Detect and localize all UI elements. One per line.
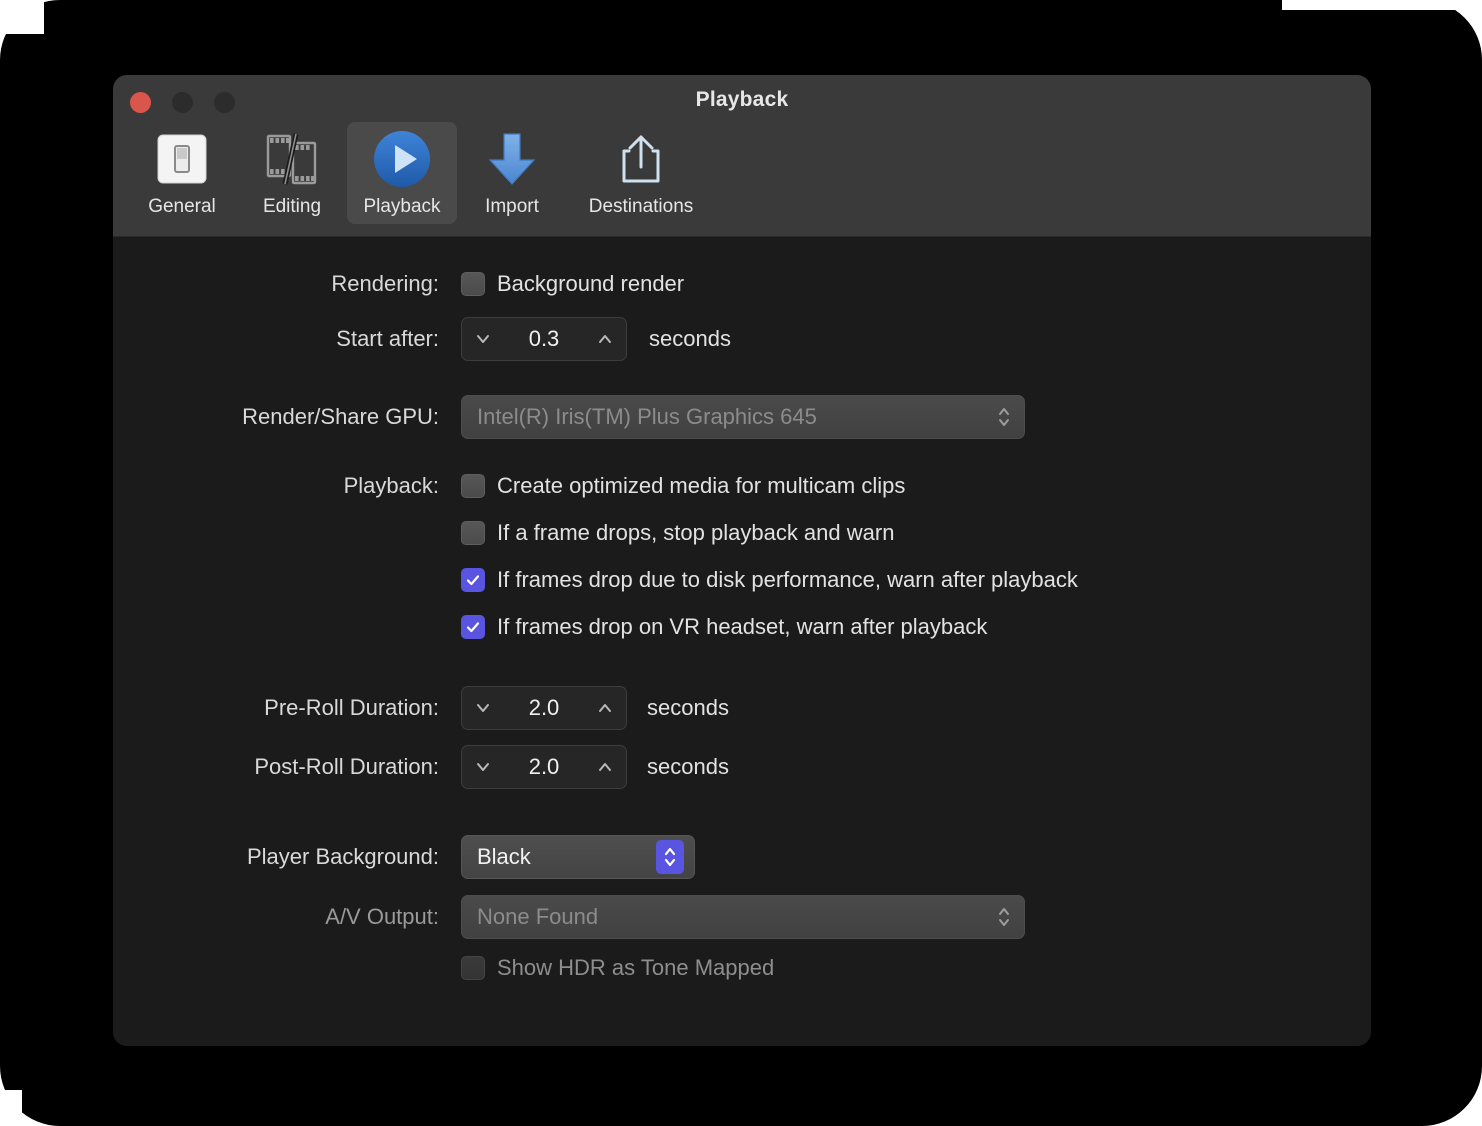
toolbar-item-label: General [148,196,216,217]
player-background-control: Black [461,835,695,879]
toolbar-item-label: Import [485,196,539,217]
post-roll-row: Post-Roll Duration: 2.0 seconds [113,745,1371,789]
pre-roll-stepper[interactable]: 2.0 [461,686,627,730]
toolbar-item-playback[interactable]: Playback [347,122,457,224]
down-arrow-icon [482,128,542,190]
toolbar-item-label: Editing [262,196,322,217]
switch-icon [155,128,209,190]
share-icon [612,128,670,190]
playback-option-3[interactable]: If frames drop due to disk performance, … [461,567,1078,593]
pre-roll-row: Pre-Roll Duration: 2.0 seconds [113,686,1371,730]
background-render-checkbox-group[interactable]: Background render [461,271,684,297]
playback-option-2[interactable]: If a frame drops, stop playback and warn [461,520,894,546]
frame-drop-stop-checkbox[interactable] [461,521,485,545]
player-background-row: Player Background: Black [113,835,1371,879]
background-render-checkbox[interactable] [461,272,485,296]
player-background-value: Black [477,844,531,869]
playback-preferences-window: Playback General Editing Playback Import… [113,75,1371,1046]
post-roll-label: Post-Roll Duration: [254,754,439,779]
preferences-content: Rendering: Background render Start after… [113,237,1371,1046]
gpu-popup-menu[interactable]: Intel(R) Iris(TM) Plus Graphics 645 [461,395,1025,439]
start-after-control: 0.3 seconds [461,317,731,361]
playback-label: Playback: [343,473,439,498]
toolbar-item-label: Destinations [588,196,694,217]
av-output-control: None Found [461,895,1025,939]
screen-corner-top-left [0,0,44,34]
av-output-row: A/V Output: None Found [113,895,1371,939]
toolbar-item-label: Playback [363,196,441,217]
pre-roll-label: Pre-Roll Duration: [264,695,439,720]
toolbar-item-editing[interactable]: Editing [237,122,347,224]
start-after-value: 0.3 [528,326,560,351]
player-background-popup-menu[interactable]: Black [461,835,695,879]
chevron-updown-icon[interactable] [656,840,684,874]
start-after-label: Start after: [336,326,439,351]
disk-performance-warn-label: If frames drop due to disk performance, … [497,567,1078,592]
rendering-label: Rendering: [331,271,439,296]
screen-corner-bottom-left [0,1090,22,1126]
checkmark-icon [466,622,480,633]
playback-row-2: If a frame drops, stop playback and warn [113,520,1371,546]
optimized-media-checkbox[interactable] [461,474,485,498]
play-circle-icon [371,128,433,190]
chevron-down-icon[interactable] [474,330,492,348]
gpu-label: Render/Share GPU: [242,404,439,429]
playback-row-4: If frames drop on VR headset, warn after… [113,614,1371,640]
start-after-unit: seconds [649,326,731,351]
gpu-value: Intel(R) Iris(TM) Plus Graphics 645 [477,404,817,429]
gpu-row: Render/Share GPU: Intel(R) Iris(TM) Plus… [113,395,1371,439]
toolbar-item-import[interactable]: Import [457,122,567,224]
pre-roll-unit: seconds [647,695,729,720]
playback-row-1: Playback: Create optimized media for mul… [113,473,1371,499]
show-hdr-tone-mapped-checkbox[interactable] [461,956,485,980]
chevron-up-icon[interactable] [596,330,614,348]
disk-performance-warn-checkbox[interactable] [461,568,485,592]
vr-headset-warn-checkbox[interactable] [461,615,485,639]
chevron-updown-icon [994,902,1014,932]
pre-roll-control: 2.0 seconds [461,686,729,730]
start-after-row: Start after: 0.3 seconds [113,317,1371,361]
post-roll-control: 2.0 seconds [461,745,729,789]
post-roll-stepper[interactable]: 2.0 [461,745,627,789]
show-hdr-tone-mapped-label: Show HDR as Tone Mapped [497,955,775,980]
chevron-updown-icon [994,402,1014,432]
chevron-down-icon[interactable] [474,758,492,776]
vr-headset-warn-label: If frames drop on VR headset, warn after… [497,614,988,639]
filmstrip-icon [263,128,321,190]
chevron-up-icon[interactable] [596,699,614,717]
background-render-label: Background render [497,271,685,296]
hdr-checkbox-group[interactable]: Show HDR as Tone Mapped [461,955,774,981]
checkmark-icon [466,575,480,586]
playback-option-1[interactable]: Create optimized media for multicam clip… [461,473,905,499]
chevron-down-icon[interactable] [474,699,492,717]
toolbar-item-destinations[interactable]: Destinations [567,122,715,224]
gpu-control: Intel(R) Iris(TM) Plus Graphics 645 [461,395,1025,439]
start-after-stepper[interactable]: 0.3 [461,317,627,361]
playback-row-3: If frames drop due to disk performance, … [113,567,1371,593]
window-chrome: Playback General Editing Playback Import… [113,75,1371,237]
optimized-media-label: Create optimized media for multicam clip… [497,473,906,498]
hdr-row: Show HDR as Tone Mapped [113,955,1371,981]
player-background-label: Player Background: [247,844,439,869]
toolbar-item-general[interactable]: General [127,122,237,224]
post-roll-value: 2.0 [528,754,560,779]
post-roll-unit: seconds [647,754,729,779]
av-output-label: A/V Output: [325,904,439,929]
screen-edge-top-right [1282,0,1482,10]
frame-drop-stop-label: If a frame drops, stop playback and warn [497,520,895,545]
rendering-row: Rendering: Background render [113,271,1371,297]
preferences-toolbar: General Editing Playback Import Destinat… [127,122,715,224]
window-title: Playback [695,88,789,111]
av-output-value: None Found [477,904,599,929]
pre-roll-value: 2.0 [528,695,560,720]
playback-option-4[interactable]: If frames drop on VR headset, warn after… [461,614,987,640]
av-output-popup-menu[interactable]: None Found [461,895,1025,939]
chevron-up-icon[interactable] [596,758,614,776]
